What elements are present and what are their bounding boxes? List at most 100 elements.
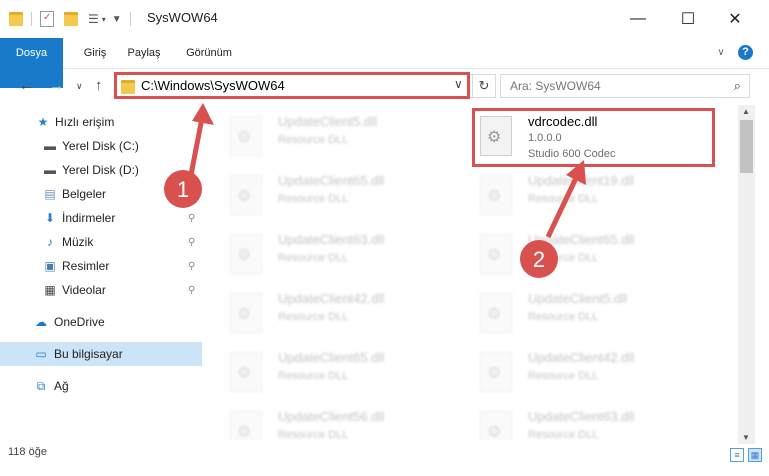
music-icon: ♪ xyxy=(47,235,53,249)
sidebar-item-label: Videolar xyxy=(62,283,106,297)
gear-icon: ⚙ xyxy=(237,306,252,323)
details-view-icon[interactable]: ≡ xyxy=(730,448,744,462)
file-name: UpdateClient19.dll xyxy=(528,173,635,188)
tiles-view-icon[interactable]: ▦ xyxy=(748,448,762,462)
pin-icon[interactable]: ⚲ xyxy=(188,189,195,200)
dll-file-icon: ⚙ xyxy=(230,411,262,440)
maximize-button[interactable]: ☐ xyxy=(665,0,711,38)
file-description: Resource DLL xyxy=(278,311,349,323)
drive-icon: ▬ xyxy=(44,163,56,177)
back-button[interactable]: ← xyxy=(19,77,34,94)
properties-icon[interactable]: ✓ xyxy=(40,11,54,27)
sidebar-item-label: OneDrive xyxy=(54,315,105,329)
gear-icon: ⚙ xyxy=(487,424,502,440)
pin-icon[interactable]: ⚲ xyxy=(188,237,195,248)
ribbon-tabs: Dosya Giriş Paylaş Görünüm ∨ ? xyxy=(0,38,769,88)
title-bar: ✓ ☰ ▾ ▼ SysWOW64 — ☐ ✕ xyxy=(0,0,769,39)
window-title: SysWOW64 xyxy=(147,10,218,25)
gear-icon: ⚙ xyxy=(487,247,502,264)
gear-icon: ⚙ xyxy=(237,188,252,205)
sidebar-item-onedrive[interactable]: ☁ OneDrive xyxy=(0,310,202,334)
file-description: Resource DLL xyxy=(528,429,599,440)
file-description: Resource DLL xyxy=(278,370,349,382)
item-count: 118 öğe xyxy=(8,446,47,458)
network-icon: ⧉ xyxy=(36,379,46,393)
dll-file-icon: ⚙ xyxy=(230,352,262,392)
up-button[interactable]: ↑ xyxy=(95,77,103,94)
dll-file-icon: ⚙ xyxy=(230,116,262,156)
list-item[interactable]: ⚙ UpdateClient5.dll Resource DLL xyxy=(210,110,450,160)
scrollbar-thumb[interactable] xyxy=(740,120,753,173)
sidebar-item-local-disk-d[interactable]: ▬ Yerel Disk (D:) xyxy=(0,158,202,182)
sidebar-item-local-disk-c[interactable]: ▬ Yerel Disk (C:) xyxy=(0,134,202,158)
sidebar-item-label: Ağ xyxy=(54,379,69,393)
sidebar-item-label: İndirmeler xyxy=(62,211,116,225)
customize-toolbar-icon[interactable]: ▼ xyxy=(112,14,122,25)
new-folder-icon[interactable] xyxy=(64,12,78,26)
dll-file-icon: ⚙ xyxy=(480,234,512,274)
dll-file-icon: ⚙ xyxy=(230,175,262,215)
divider xyxy=(129,12,131,26)
sidebar-item-this-pc[interactable]: ▭ Bu bilgisayar xyxy=(0,342,202,366)
dll-file-icon: ⚙ xyxy=(480,411,512,440)
chevron-down-icon[interactable]: ▾ xyxy=(102,15,106,24)
minimize-button[interactable]: — xyxy=(615,0,661,38)
search-icon[interactable]: ⌕ xyxy=(734,78,741,94)
file-description: Resource DLL xyxy=(528,252,599,264)
list-item[interactable]: ⚙ UpdateClient5.dll Resource DLL xyxy=(460,287,700,337)
list-item[interactable]: ⚙ UpdateClient19.dll Resource DLL xyxy=(460,169,700,219)
list-item[interactable]: ⚙ UpdateClient42.dll Resource DLL xyxy=(460,346,700,396)
tab-home[interactable]: Giriş xyxy=(75,38,115,68)
tab-share[interactable]: Paylaş xyxy=(122,38,166,68)
file-description: Resource DLL xyxy=(278,193,349,205)
view-icon[interactable]: ☰ xyxy=(88,12,99,26)
recent-locations-button[interactable]: ∨ xyxy=(76,81,83,92)
forward-button[interactable]: → xyxy=(49,77,64,94)
scroll-up-icon[interactable]: ▲ xyxy=(742,107,750,116)
list-item[interactable]: ⚙ UpdateClient65.dll Resource DLL xyxy=(210,346,450,396)
star-icon: ★ xyxy=(37,115,49,129)
sidebar-item-quick-access[interactable]: ★ Hızlı erişim xyxy=(0,110,202,134)
refresh-button[interactable]: ↻ xyxy=(472,75,495,97)
list-item[interactable]: ⚙ UpdateClient65.dll Resource DLL xyxy=(210,169,450,219)
search-box[interactable]: Ara: SysWOW64 ⌕ xyxy=(500,74,750,98)
help-icon[interactable]: ? xyxy=(738,45,753,60)
document-icon: ▤ xyxy=(44,187,56,201)
search-input[interactable]: Ara: SysWOW64 xyxy=(510,79,601,93)
pin-icon[interactable]: ⚲ xyxy=(188,285,195,296)
sidebar-item-music[interactable]: ♪ Müzik ⚲ xyxy=(0,230,202,254)
file-description: Resource DLL xyxy=(278,252,349,264)
cloud-icon: ☁ xyxy=(35,315,47,329)
list-item[interactable]: ⚙ UpdateClient42.dll Resource DLL xyxy=(210,287,450,337)
tab-view[interactable]: Görünüm xyxy=(180,38,238,68)
dll-file-icon: ⚙ xyxy=(480,352,512,392)
file-name: UpdateClient56.dll xyxy=(278,409,385,424)
list-item[interactable]: ⚙ UpdateClient65.dll Resource DLL xyxy=(460,228,700,278)
gear-icon: ⚙ xyxy=(237,424,252,440)
list-item[interactable]: ⚙ UpdateClient63.dll Resource DLL xyxy=(210,228,450,278)
scroll-down-icon[interactable]: ▼ xyxy=(742,433,750,442)
sidebar-item-downloads[interactable]: ⬇ İndirmeler ⚲ xyxy=(0,206,202,230)
list-item[interactable]: ⚙ UpdateClient56.dll Resource DLL xyxy=(210,405,450,440)
dll-file-icon: ⚙ xyxy=(480,293,512,333)
sidebar-item-pictures[interactable]: ▣ Resimler ⚲ xyxy=(0,254,202,278)
sidebar-item-documents[interactable]: ▤ Belgeler ⚲ xyxy=(0,182,202,206)
sidebar-item-label: Hızlı erişim xyxy=(55,115,115,129)
vertical-scrollbar[interactable]: ▲ ▼ xyxy=(738,105,755,444)
address-highlight-box xyxy=(114,72,470,99)
computer-icon: ▭ xyxy=(35,347,47,361)
list-item[interactable]: ⚙ UpdateClient63.dll Resource DLL xyxy=(460,405,700,440)
file-description: Resource DLL xyxy=(528,311,599,323)
pin-icon[interactable]: ⚲ xyxy=(188,261,195,272)
file-name: UpdateClient63.dll xyxy=(528,409,635,424)
sidebar-item-videos[interactable]: ▦ Videolar ⚲ xyxy=(0,278,202,302)
close-button[interactable]: ✕ xyxy=(712,0,758,38)
sidebar-item-network[interactable]: ⧉ Ağ xyxy=(0,374,202,398)
divider xyxy=(31,12,32,26)
dll-file-icon: ⚙ xyxy=(480,175,512,215)
sidebar-item-label: Resimler xyxy=(62,259,110,273)
pin-icon[interactable]: ⚲ xyxy=(188,213,195,224)
sidebar-item-label: Belgeler xyxy=(62,187,107,201)
gear-icon: ⚙ xyxy=(237,129,252,146)
ribbon-expand-icon[interactable]: ∨ xyxy=(713,38,729,68)
